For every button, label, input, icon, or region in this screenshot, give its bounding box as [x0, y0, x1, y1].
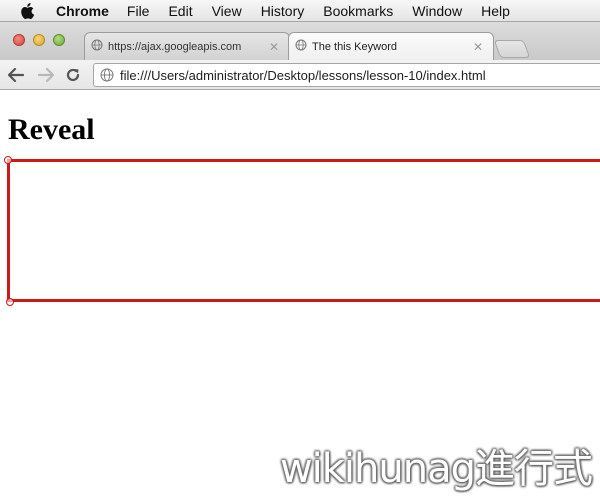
menu-view[interactable]: View — [212, 3, 242, 19]
close-tab-icon[interactable]: ✕ — [267, 40, 281, 54]
tab-googleapis[interactable]: https://ajax.googleapis.com ✕ — [84, 32, 290, 60]
close-tab-icon[interactable]: ✕ — [471, 40, 485, 54]
menu-edit[interactable]: Edit — [168, 3, 192, 19]
watermark-text: wikihunag進行式 — [279, 446, 593, 492]
apple-icon[interactable] — [20, 2, 34, 19]
page-heading: Reveal — [8, 113, 95, 146]
tab-this-keyword[interactable]: The this Keyword ✕ — [288, 32, 494, 60]
menu-history[interactable]: History — [261, 3, 305, 19]
tab-strip: https://ajax.googleapis.com ✕ The this K… — [0, 22, 600, 60]
menu-help[interactable]: Help — [481, 3, 510, 19]
minimize-window-button[interactable] — [33, 34, 45, 46]
menu-bookmarks[interactable]: Bookmarks — [323, 3, 393, 19]
globe-icon — [100, 68, 114, 82]
back-arrow-icon[interactable] — [6, 65, 26, 85]
globe-icon — [91, 39, 103, 54]
address-bar[interactable]: file:///Users/administrator/Desktop/less… — [93, 63, 600, 87]
url-text[interactable]: file:///Users/administrator/Desktop/less… — [120, 68, 486, 83]
globe-icon — [295, 39, 307, 54]
reveal-box — [7, 159, 600, 302]
forward-arrow-icon[interactable] — [36, 65, 56, 85]
menu-file[interactable]: File — [127, 3, 150, 19]
box-corner-handle — [4, 156, 12, 164]
menu-chrome[interactable]: Chrome — [56, 3, 109, 19]
browser-toolbar: file:///Users/administrator/Desktop/less… — [0, 60, 600, 90]
tab-title: The this Keyword — [312, 40, 397, 53]
menu-bar: Chrome File Edit View History Bookmarks … — [0, 0, 600, 22]
close-window-button[interactable] — [13, 34, 25, 46]
box-corner-handle — [6, 298, 14, 306]
zoom-window-button[interactable] — [53, 34, 65, 46]
menu-window[interactable]: Window — [412, 3, 462, 19]
tab-title: https://ajax.googleapis.com — [108, 40, 242, 53]
reload-icon[interactable] — [63, 65, 83, 85]
new-tab-button[interactable] — [493, 40, 531, 58]
